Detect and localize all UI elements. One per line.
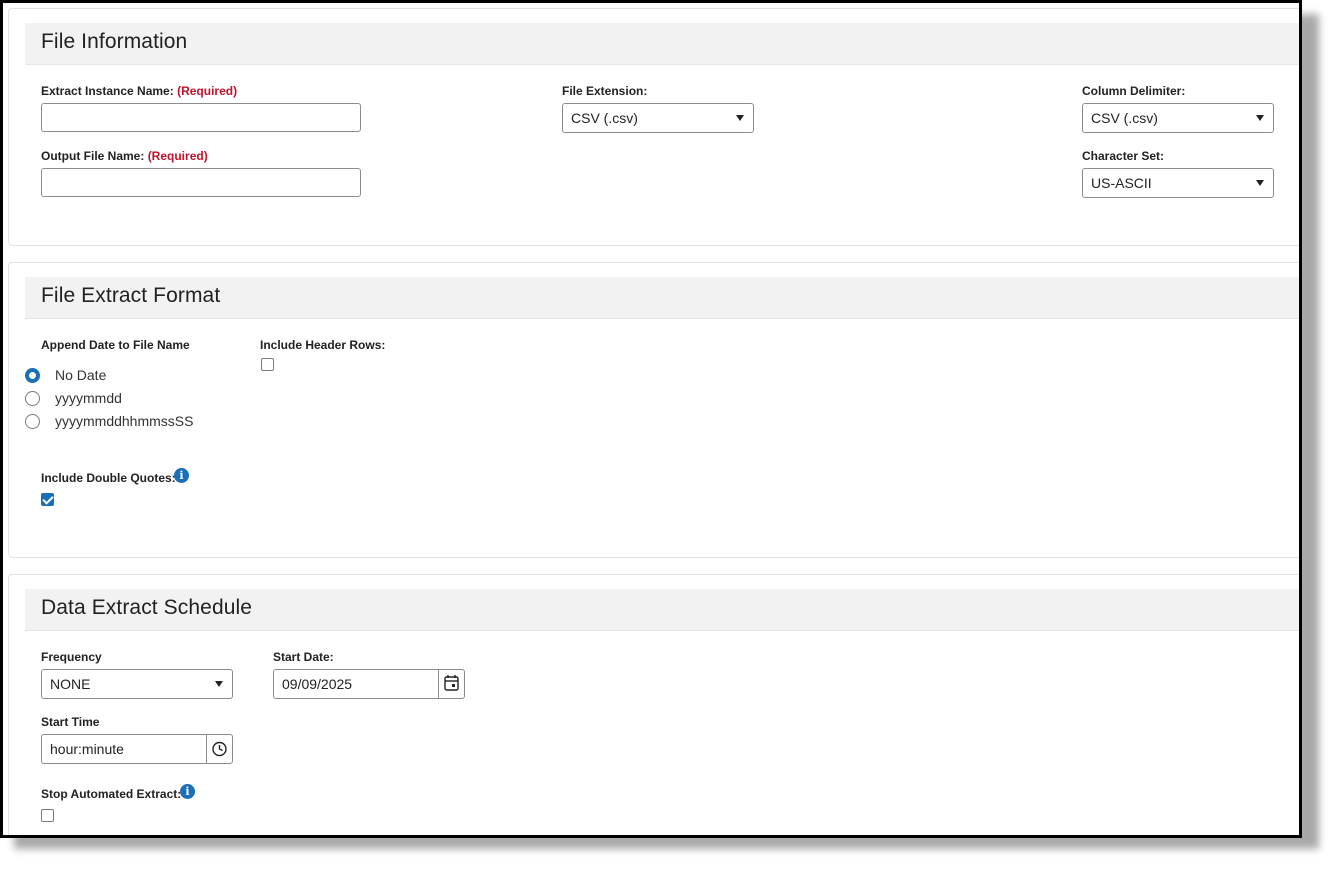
- data-extract-schedule-section: Data Extract Schedule Frequency NONE Sta…: [8, 574, 1299, 835]
- file-extension-label: File Extension:: [562, 84, 648, 98]
- info-icon[interactable]: i: [174, 468, 189, 483]
- radio-label: No Date: [55, 367, 107, 383]
- output-file-name-label: Output File Name: (Required): [41, 149, 208, 163]
- clock-icon[interactable]: [206, 735, 232, 763]
- caret-down-icon: [1256, 180, 1264, 186]
- caret-down-icon: [215, 681, 223, 687]
- radio-button[interactable]: [25, 391, 40, 406]
- file-information-header: File Information: [25, 23, 1299, 65]
- start-time-input[interactable]: hour:minute: [41, 734, 233, 764]
- character-set-select[interactable]: US-ASCII: [1082, 168, 1274, 198]
- select-value: CSV (.csv): [571, 110, 638, 126]
- start-date-input[interactable]: 09/09/2025: [273, 669, 465, 699]
- required-marker: (Required): [177, 84, 238, 98]
- output-file-name-input[interactable]: [41, 168, 361, 197]
- stop-automated-extract-checkbox[interactable]: [41, 809, 54, 822]
- character-set-label: Character Set:: [1082, 149, 1165, 163]
- start-time-value: hour:minute: [50, 741, 124, 757]
- select-value: CSV (.csv): [1091, 110, 1158, 126]
- frequency-label: Frequency: [41, 650, 102, 664]
- screenshot-frame: File Information Extract Instance Name: …: [0, 0, 1302, 838]
- file-extract-format-header: File Extract Format: [25, 277, 1299, 319]
- frequency-select[interactable]: NONE: [41, 669, 233, 699]
- radio-label: yyyymmdd: [55, 390, 122, 406]
- start-date-value: 09/09/2025: [282, 676, 353, 692]
- section-title: Data Extract Schedule: [41, 596, 253, 619]
- file-extract-format-section: File Extract Format Append Date to File …: [8, 262, 1299, 558]
- extract-instance-name-label: Extract Instance Name: (Required): [41, 84, 238, 98]
- caret-down-icon: [736, 115, 744, 121]
- column-delimiter-label: Column Delimiter:: [1082, 84, 1186, 98]
- section-title: File Extract Format: [41, 284, 221, 307]
- column-delimiter-select[interactable]: CSV (.csv): [1082, 103, 1274, 133]
- select-value: NONE: [50, 676, 91, 692]
- file-information-section: File Information Extract Instance Name: …: [8, 8, 1299, 246]
- stop-automated-extract-label: Stop Automated Extract:: [41, 787, 182, 801]
- include-header-rows-label: Include Header Rows:: [260, 338, 386, 352]
- caret-down-icon: [1256, 115, 1264, 121]
- include-header-rows-checkbox[interactable]: [261, 358, 274, 371]
- radio-label: yyyymmddhhmmssSS: [55, 413, 194, 429]
- include-double-quotes-checkbox[interactable]: [41, 493, 54, 506]
- info-icon[interactable]: i: [180, 784, 195, 799]
- section-title: File Information: [41, 30, 188, 53]
- select-value: US-ASCII: [1091, 175, 1152, 191]
- include-double-quotes-label: Include Double Quotes:: [41, 471, 176, 485]
- data-extract-schedule-header: Data Extract Schedule: [25, 589, 1299, 631]
- radio-button[interactable]: [25, 414, 40, 429]
- required-marker: (Required): [147, 149, 208, 163]
- start-date-label: Start Date:: [273, 650, 334, 664]
- calendar-icon[interactable]: [438, 670, 464, 698]
- radio-button[interactable]: [25, 368, 40, 383]
- append-date-label: Append Date to File Name: [41, 338, 190, 352]
- start-time-label: Start Time: [41, 715, 100, 729]
- extract-instance-name-input[interactable]: [41, 103, 361, 132]
- file-extension-select[interactable]: CSV (.csv): [562, 103, 754, 133]
